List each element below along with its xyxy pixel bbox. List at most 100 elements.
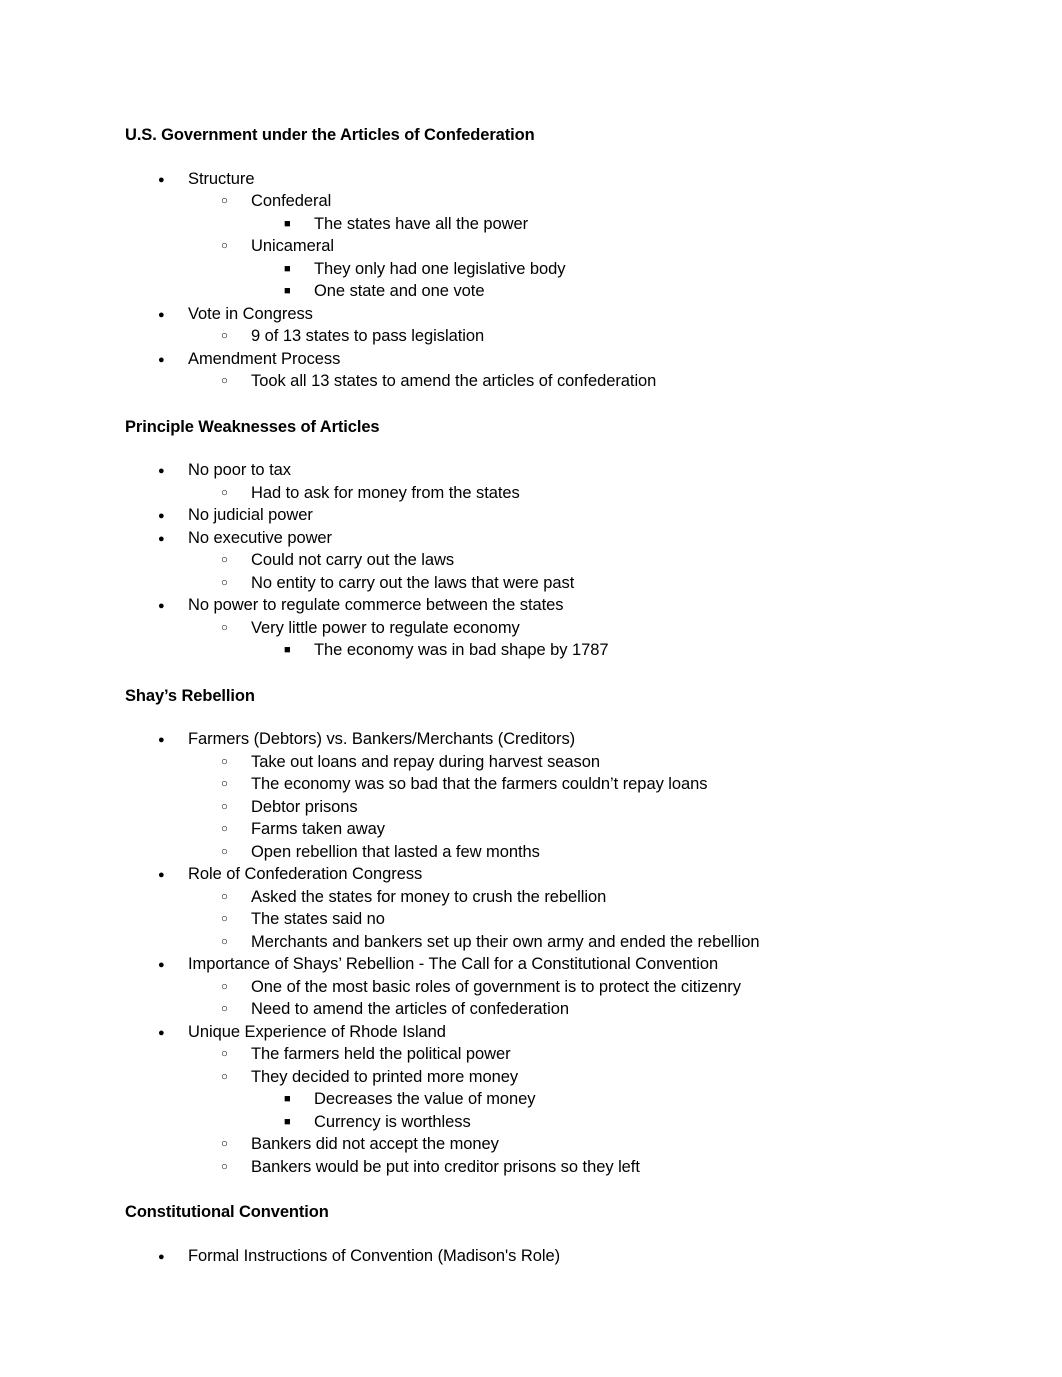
outline-row-level-2: Confederal [125, 190, 945, 213]
heading-list-spacer [125, 707, 945, 728]
outline-item: Farmers (Debtors) vs. Bankers/Merchants … [125, 728, 945, 751]
outline-item: Bankers did not accept the money [125, 1133, 945, 1156]
circle-bullet-icon [221, 190, 228, 214]
square-bullet-icon [284, 258, 291, 282]
outline-item-label: Decreases the value of money [314, 1090, 536, 1108]
outline-row-level-2: Take out loans and repay during harvest … [125, 751, 945, 774]
outline-row-level-3: They only had one legislative body [125, 258, 945, 281]
outline-row-level-1: No executive power [125, 527, 945, 550]
circle-bullet-icon [221, 908, 228, 932]
outline-item: Had to ask for money from the states [125, 482, 945, 505]
outline-item-label: Open rebellion that lasted a few months [251, 842, 540, 861]
circle-bullet-icon [221, 325, 228, 349]
circle-bullet-icon [221, 751, 228, 775]
outline-row-level-2: Bankers would be put into creditor priso… [125, 1156, 945, 1179]
outline-item: Need to amend the articles of confederat… [125, 998, 945, 1021]
outline-list: Farmers (Debtors) vs. Bankers/Merchants … [125, 728, 945, 1178]
outline-item-label: The states said no [251, 910, 385, 928]
disc-bullet-icon [158, 594, 165, 619]
heading-list-spacer [125, 438, 945, 459]
circle-bullet-icon [221, 818, 228, 842]
outline-item: No entity to carry out the laws that wer… [125, 572, 945, 595]
disc-bullet-icon [158, 303, 165, 328]
outline-row-level-2: Farms taken away [125, 818, 945, 841]
circle-bullet-icon [221, 617, 228, 641]
outline-item-label: They decided to printed more money [251, 1067, 519, 1086]
outline-row-level-1: Unique Experience of Rhode Island [125, 1021, 945, 1044]
outline-row-level-1: Formal Instructions of Convention (Madis… [125, 1245, 945, 1268]
outline-row-level-1: No judicial power [125, 504, 945, 527]
outline-row-level-1: Structure [125, 168, 945, 191]
outline-item-label: Farmers (Debtors) vs. Bankers/Merchants … [188, 730, 576, 748]
outline-item: The farmers held the political power [125, 1043, 945, 1066]
outline-item-label: Asked the states for money to crush the … [251, 887, 607, 906]
outline-row-level-3: One state and one vote [125, 280, 945, 303]
outline-item-label: Take out loans and repay during harvest … [251, 752, 601, 771]
document-page: U.S. Government under the Articles of Co… [0, 0, 1062, 1377]
outline-row-level-2: Asked the states for money to crush the … [125, 886, 945, 909]
outline-item: Currency is worthless [125, 1111, 945, 1134]
outline-item: Debtor prisons [125, 796, 945, 819]
outline-row-level-2: Need to amend the articles of confederat… [125, 998, 945, 1021]
outline-row-level-2: The states said no [125, 908, 945, 931]
outline-list: Structure Confederal The states have all t… [125, 168, 945, 393]
outline-row-level-2: Could not carry out the laws [125, 549, 945, 572]
disc-bullet-icon [158, 527, 165, 552]
outline-item: Importance of Shays’ Rebellion - The Cal… [125, 953, 945, 976]
outline-item-label: Took all 13 states to amend the articles… [251, 372, 657, 390]
outline-item-label: Could not carry out the laws [251, 551, 455, 569]
circle-bullet-icon [221, 572, 228, 596]
disc-bullet-icon [158, 168, 165, 193]
outline-item: Open rebellion that lasted a few months [125, 841, 945, 864]
outline-item-label: Need to amend the articles of confederat… [251, 1000, 569, 1018]
circle-bullet-icon [221, 773, 228, 797]
outline-item-label: The economy was so bad that the farmers … [251, 775, 708, 793]
outline-item-label: No entity to carry out the laws that wer… [251, 573, 575, 592]
outline-item-label: Structure [188, 169, 255, 188]
outline-item: Vote in Congress [125, 303, 945, 326]
outline-row-level-2: Open rebellion that lasted a few months [125, 841, 945, 864]
outline-item-label: No judicial power [188, 506, 313, 524]
outline-item: One of the most basic roles of governmen… [125, 976, 945, 999]
outline-item-label: Importance of Shays’ Rebellion - The Cal… [188, 955, 719, 973]
circle-bullet-icon [221, 886, 228, 910]
outline-item: Amendment Process [125, 348, 945, 371]
outline-row-level-1: No poor to tax [125, 459, 945, 482]
outline-item-label: Role of Confederation Congress [188, 865, 423, 883]
outline-row-level-2: Unicameral [125, 235, 945, 258]
outline-row-level-2: Merchants and bankers set up their own a… [125, 931, 945, 954]
outline-item: Unicameral [125, 235, 945, 258]
outline-item: Structure [125, 168, 945, 191]
outline-item-label: Confederal [251, 192, 332, 210]
circle-bullet-icon [221, 235, 228, 259]
square-bullet-icon [284, 1088, 291, 1112]
outline-item-label: No poor to tax [188, 461, 291, 479]
outline-item: Merchants and bankers set up their own a… [125, 931, 945, 954]
outline-row-level-2: One of the most basic roles of governmen… [125, 976, 945, 999]
outline-item-label: Unicameral [251, 237, 334, 255]
outline-item-label: Formal Instructions of Convention (Madis… [188, 1246, 561, 1265]
outline-item-label: Bankers would be put into creditor priso… [251, 1157, 640, 1176]
circle-bullet-icon [221, 1156, 228, 1180]
outline-row-level-2: Bankers did not accept the money [125, 1133, 945, 1156]
outline-item: The states said no [125, 908, 945, 931]
outline-item: Very little power to regulate economy [125, 617, 945, 640]
outline-item-label: The farmers held the political power [251, 1045, 511, 1063]
outline-row-level-2: The economy was so bad that the farmers … [125, 773, 945, 796]
outline-item-label: Merchants and bankers set up their own a… [251, 932, 760, 951]
outline-list: No poor to tax Had to ask for money from … [125, 459, 945, 662]
outline-item: Decreases the value of money [125, 1088, 945, 1111]
circle-bullet-icon [221, 1133, 228, 1157]
outline-item-label: One state and one vote [314, 282, 485, 300]
outline-row-level-2: 9 of 13 states to pass legislation [125, 325, 945, 348]
outline-item: Could not carry out the laws [125, 549, 945, 572]
outline-item: No poor to tax [125, 459, 945, 482]
outline-item-label: Had to ask for money from the states [251, 483, 520, 502]
outline-item-label: No executive power [188, 528, 333, 547]
outline-row-level-2: Took all 13 states to amend the articles… [125, 370, 945, 393]
section-heading: Shay’s Rebellion [125, 686, 255, 705]
outline-item-label: Very little power to regulate economy [251, 618, 520, 637]
outline-row-level-2: The farmers held the political power [125, 1043, 945, 1066]
outline-item: They only had one legislative body [125, 258, 945, 281]
circle-bullet-icon [221, 370, 228, 394]
